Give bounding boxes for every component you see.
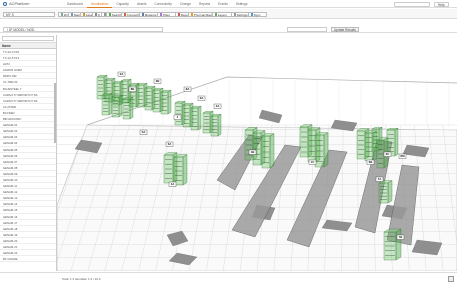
list-item[interactable]: BX GRADE xyxy=(0,256,56,263)
toolbar-button-label: Titles xyxy=(162,12,170,17)
toolbar-thermal-maps-button[interactable]: Thermal Maps xyxy=(188,11,213,17)
logo-text: ACPlatform xyxy=(9,1,30,6)
status-mid: Sel: 1.2 / 10.4 xyxy=(82,276,101,281)
rack-face xyxy=(129,96,134,120)
update-results-button[interactable]: Update Results xyxy=(331,26,359,32)
nav-item-visualization[interactable]: Visualization xyxy=(86,0,113,8)
rack-face xyxy=(182,154,188,186)
rack-face xyxy=(394,127,399,157)
toolbar-icon xyxy=(250,13,253,16)
toolbar-reports-button[interactable]: Reports xyxy=(175,11,191,17)
minimap-toggle[interactable] xyxy=(448,275,454,282)
floor-tile xyxy=(258,109,283,124)
toolbar-button-label: Settings xyxy=(236,12,248,17)
global-search-input[interactable] xyxy=(394,1,430,7)
rack-face xyxy=(387,180,393,204)
toolbar-icon xyxy=(159,13,162,16)
rack[interactable] xyxy=(383,228,402,261)
location-bar: / 2F MODEL / NOD Update Results xyxy=(0,25,457,33)
rack-label[interactable]: 8M xyxy=(400,154,405,158)
rack-face xyxy=(269,133,275,169)
3d-scene[interactable]: 2A2B3A44A5A6A1A1B1C 6B6C7A8M7B8B 8A xyxy=(57,35,457,271)
rack[interactable] xyxy=(173,154,188,186)
nav-item-reports[interactable]: Reports xyxy=(195,0,214,8)
rack[interactable] xyxy=(378,180,393,204)
rack-face xyxy=(108,92,113,116)
toolbar-button-label: Search xyxy=(111,12,122,17)
nav-item-dashboard[interactable]: Dashboard xyxy=(63,0,87,8)
toolbar-button-label: Q xyxy=(97,12,101,17)
toolbar-sync-button[interactable]: Sync xyxy=(248,11,267,17)
status-bar: Total: 1 2 Items Sel: 1.2 / 10.4 xyxy=(0,272,457,283)
toolbar-titles-button[interactable]: Titles xyxy=(157,11,176,17)
nav-item-assets[interactable]: Assets xyxy=(133,0,151,8)
toolbar-button-label: Thermal Maps xyxy=(193,12,213,17)
rack[interactable] xyxy=(190,105,202,131)
location-path-select[interactable]: / 2F MODEL / NOD xyxy=(3,26,163,32)
rack[interactable] xyxy=(314,132,329,168)
toolbar-icon xyxy=(123,13,126,16)
rack[interactable] xyxy=(111,94,123,118)
rack-face xyxy=(217,113,222,137)
rack[interactable] xyxy=(101,92,113,116)
toolbar-button-label: Sync xyxy=(253,12,261,17)
sidebar-filter-input[interactable] xyxy=(2,36,54,41)
top-nav-bar: ACPlatform Dashboard Visualization Capacit… xyxy=(0,0,457,8)
toolbar-connectivity-button[interactable]: Connectivity xyxy=(121,11,143,17)
nav-item-connectivity[interactable]: Connectivity xyxy=(150,0,175,8)
rack[interactable] xyxy=(261,133,275,169)
rack-face xyxy=(323,132,329,168)
toolbar-icon xyxy=(141,13,144,16)
nav-item-change[interactable]: Change xyxy=(176,0,195,8)
toolbar-icon xyxy=(70,13,73,16)
rack-face xyxy=(167,89,172,115)
rack-face xyxy=(118,94,123,118)
sidebar-filter xyxy=(0,36,56,43)
site-select[interactable]: MY S xyxy=(3,11,55,17)
app-logo[interactable]: ACPlatform xyxy=(3,1,63,6)
toolbar-icon xyxy=(60,13,63,16)
toolbar-icon xyxy=(108,13,111,16)
toolbar-icon xyxy=(214,13,217,16)
toolbar-icon xyxy=(82,13,85,16)
rack[interactable] xyxy=(160,89,172,115)
status-left: Total: 1 2 Items xyxy=(62,276,83,281)
location-search-input[interactable] xyxy=(287,26,327,32)
nav-item-events[interactable]: Events xyxy=(214,0,232,8)
toolbar-icon xyxy=(190,13,193,16)
logo-mark-icon xyxy=(3,1,7,6)
toolbar-layers-button[interactable]: Layers xyxy=(212,11,232,17)
asset-list-sidebar: Name TX-1A-5 F25 TX-1A-5 F13 HAT2 ZAMOR HUM… xyxy=(0,35,57,271)
toolbar-measure-button[interactable]: Measure xyxy=(139,11,158,17)
sidebar-scrollbar[interactable] xyxy=(54,83,56,143)
toolbar-button-label: Measure xyxy=(144,12,157,17)
toolbar-settings-button[interactable]: Settings xyxy=(231,11,249,17)
rack[interactable] xyxy=(210,113,222,137)
nav-item-capacity[interactable]: Capacity xyxy=(112,0,132,8)
3d-floor-view[interactable]: 2A 2B 3A 4 4A 5A 6A 1A 1B 1C 6B 6C 7A 8M 7B 8B 8A xyxy=(57,35,457,271)
help-button[interactable]: Help xyxy=(434,1,449,7)
rack-face xyxy=(197,105,202,131)
rack[interactable] xyxy=(122,96,134,120)
rack-face xyxy=(395,228,402,261)
nav-item-settings[interactable]: Settings xyxy=(232,0,252,8)
toolbar-button-label: Layers xyxy=(217,12,227,17)
toolbar-icon xyxy=(233,13,236,16)
toolbar-icon xyxy=(94,13,97,16)
toolbar-search-button[interactable]: Search xyxy=(106,11,122,17)
toolbar-icon xyxy=(177,13,180,16)
visualization-toolbar: MY S 2DNameAssetsQUpdateSearchConnectivi… xyxy=(0,9,457,19)
